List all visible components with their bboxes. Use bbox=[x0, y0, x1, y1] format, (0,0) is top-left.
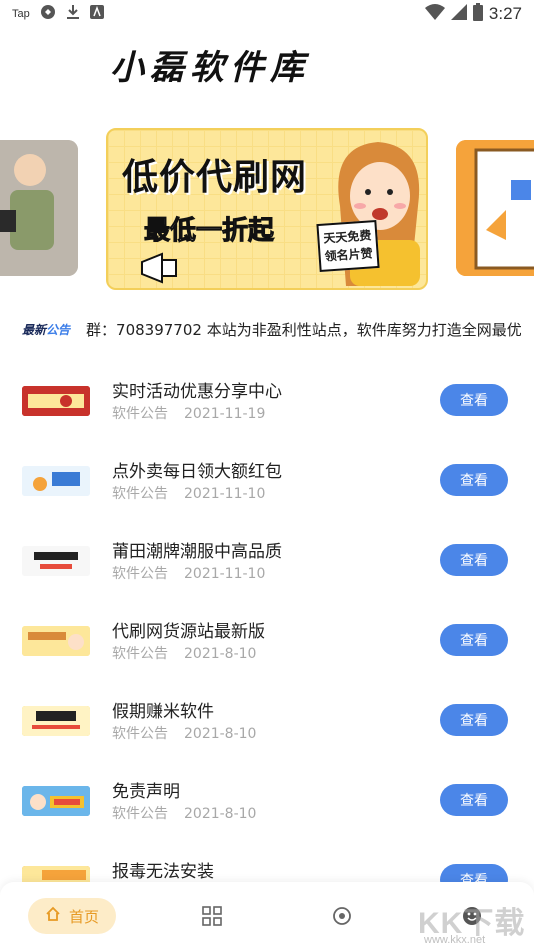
notice-badge-suffix: 公告 bbox=[46, 322, 71, 337]
item-thumbnail bbox=[22, 546, 90, 576]
font-icon bbox=[89, 5, 104, 23]
item-date: 2021-8-10 bbox=[184, 726, 257, 742]
notice-badge-prefix: 最新 bbox=[22, 322, 47, 337]
banner-subline: 最低一折起 bbox=[143, 216, 275, 247]
item-meta: 软件公告 2021-8-10 bbox=[112, 643, 256, 663]
item-title: 莆田潮牌潮服中高品质 bbox=[112, 542, 282, 562]
list-item[interactable]: 假期赚米软件 软件公告 2021-8-10 查看 bbox=[0, 680, 534, 760]
item-thumbnail bbox=[22, 786, 90, 816]
status-left: Tap bbox=[12, 4, 104, 24]
banner-carousel[interactable]: 低价代刷网 最低一折起 天天免费 领名片赞 bbox=[0, 126, 534, 294]
megaphone-icon bbox=[141, 252, 177, 284]
status-bar: Tap 3:27 bbox=[0, 0, 534, 28]
item-meta: 软件公告 2021-8-10 bbox=[112, 723, 256, 743]
banner-note-line2: 领名片赞 bbox=[324, 246, 374, 264]
item-date: 2021-11-10 bbox=[184, 566, 266, 582]
item-thumbnail bbox=[22, 626, 90, 656]
item-meta: 软件公告 2021-11-10 bbox=[112, 483, 265, 503]
tap-app-label: Tap bbox=[12, 8, 30, 20]
item-thumbnail bbox=[22, 386, 90, 416]
watermark-url: www.kkx.net bbox=[424, 934, 486, 946]
banner-next[interactable] bbox=[456, 140, 534, 276]
app-title: 小磊软件库 bbox=[110, 48, 310, 88]
view-button[interactable]: 查看 bbox=[440, 624, 508, 656]
wifi-icon bbox=[424, 3, 445, 25]
list-item[interactable]: 代刷网货源站最新版 软件公告 2021-8-10 查看 bbox=[0, 600, 534, 680]
view-button[interactable]: 查看 bbox=[440, 704, 508, 736]
item-thumbnail bbox=[22, 466, 90, 496]
item-title: 实时活动优惠分享中心 bbox=[112, 382, 282, 402]
clock: 3:27 bbox=[488, 4, 522, 23]
item-category: 软件公告 bbox=[112, 486, 168, 502]
notice-bar[interactable]: 最新公告 群：708397702 本站为非盈利性站点，软件库努力打造全网最优 bbox=[22, 318, 534, 340]
banner-note: 天天免费 领名片赞 bbox=[316, 219, 380, 273]
item-date: 2021-11-10 bbox=[184, 486, 266, 502]
item-title: 免责声明 bbox=[112, 782, 180, 802]
compass-icon[interactable] bbox=[332, 906, 352, 926]
item-title: 点外卖每日领大额红包 bbox=[112, 462, 282, 482]
banner-prev[interactable] bbox=[0, 140, 78, 276]
home-icon bbox=[45, 906, 61, 926]
download-icon bbox=[66, 4, 80, 24]
item-date: 2021-8-10 bbox=[184, 646, 257, 662]
item-meta: 软件公告 2021-11-19 bbox=[112, 403, 265, 423]
banner-headline: 低价代刷网 bbox=[122, 157, 308, 198]
item-thumbnail bbox=[22, 706, 90, 736]
item-category: 软件公告 bbox=[112, 566, 168, 582]
item-category: 软件公告 bbox=[112, 806, 168, 822]
item-date: 2021-8-10 bbox=[184, 806, 257, 822]
view-button[interactable]: 查看 bbox=[440, 784, 508, 816]
banner-prev-illustration bbox=[0, 140, 78, 276]
status-right: 3:27 bbox=[424, 2, 522, 26]
list-item[interactable]: 实时活动优惠分享中心 软件公告 2021-11-19 查看 bbox=[0, 360, 534, 440]
item-title: 代刷网货源站最新版 bbox=[112, 622, 265, 642]
notice-text: 群：708397702 本站为非盈利性站点，软件库努力打造全网最优 bbox=[86, 320, 522, 339]
grid-icon[interactable] bbox=[202, 906, 222, 926]
item-title: 假期赚米软件 bbox=[112, 702, 214, 722]
view-button[interactable]: 查看 bbox=[440, 384, 508, 416]
item-title: 报毒无法安装 bbox=[112, 862, 214, 882]
item-meta: 软件公告 2021-8-10 bbox=[112, 803, 256, 823]
list-item[interactable]: 免责声明 软件公告 2021-8-10 查看 bbox=[0, 760, 534, 840]
banner-next-illustration bbox=[456, 140, 534, 276]
item-meta: 软件公告 2021-11-10 bbox=[112, 563, 265, 583]
list-item[interactable]: 点外卖每日领大额红包 软件公告 2021-11-10 查看 bbox=[0, 440, 534, 520]
view-button[interactable]: 查看 bbox=[440, 544, 508, 576]
item-category: 软件公告 bbox=[112, 406, 168, 422]
item-category: 软件公告 bbox=[112, 646, 168, 662]
battery-icon bbox=[472, 2, 483, 26]
banner-main[interactable]: 低价代刷网 最低一折起 天天免费 领名片赞 bbox=[106, 128, 428, 290]
signal-icon bbox=[450, 3, 467, 25]
notice-badge: 最新公告 bbox=[22, 321, 70, 338]
item-category: 软件公告 bbox=[112, 726, 168, 742]
item-date: 2021-11-19 bbox=[184, 406, 266, 422]
sync-icon bbox=[40, 4, 56, 24]
view-button[interactable]: 查看 bbox=[440, 464, 508, 496]
nav-home-tab[interactable]: 首页 bbox=[28, 898, 116, 934]
list-item[interactable]: 莆田潮牌潮服中高品质 软件公告 2021-11-10 查看 bbox=[0, 520, 534, 600]
nav-home-label: 首页 bbox=[68, 907, 99, 926]
